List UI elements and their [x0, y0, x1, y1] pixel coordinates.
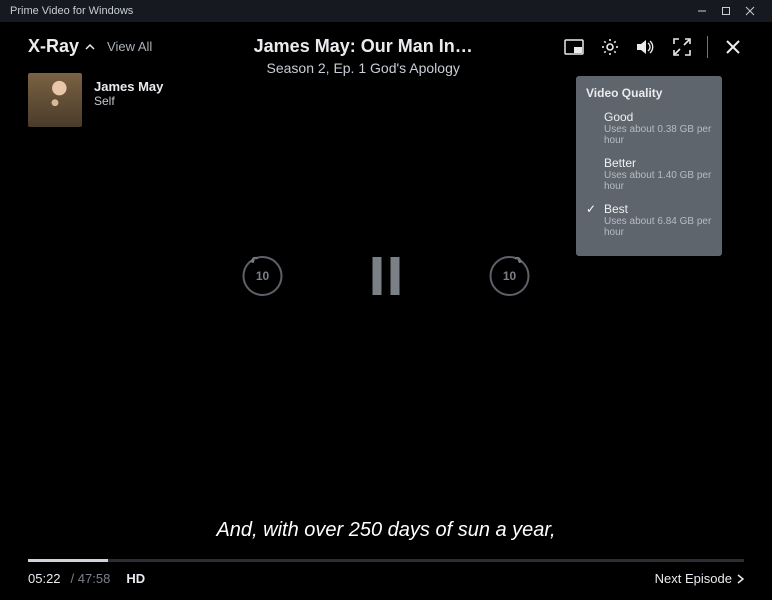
xray-panel: X-Ray View All James May Self [28, 36, 163, 127]
next-episode-label: Next Episode [655, 571, 732, 586]
xray-label: X-Ray [28, 36, 79, 57]
minimize-icon[interactable] [690, 0, 714, 22]
pause-bar-icon [373, 257, 382, 295]
rewind-label: 10 [256, 269, 269, 283]
app-title: Prime Video for Windows [10, 5, 690, 17]
chevron-right-icon [737, 574, 744, 584]
subtitle-text: And, with over 250 days of sun a year, [0, 519, 772, 542]
maximize-icon[interactable] [714, 0, 738, 22]
hd-badge: HD [126, 571, 145, 586]
cast-role: Self [94, 94, 163, 108]
chevron-up-icon [85, 42, 95, 52]
video-player: X-Ray View All James May Self James May:… [0, 22, 772, 600]
progress-fill [28, 559, 108, 562]
xray-toggle[interactable]: X-Ray [28, 36, 95, 57]
quality-option-better[interactable]: ✓ Better Uses about 1.40 GB per hour [586, 152, 712, 198]
next-episode-button[interactable]: Next Episode [655, 571, 744, 586]
xray-view-all[interactable]: View All [107, 39, 152, 54]
close-player-icon[interactable] [722, 36, 744, 58]
forward-10-button[interactable]: ↷ 10 [490, 256, 530, 296]
total-time: / 47:58 [71, 571, 111, 586]
quality-option-best[interactable]: ✓ Best Uses about 6.84 GB per hour [586, 198, 712, 244]
divider [707, 36, 708, 58]
progress-bar[interactable] [28, 559, 744, 562]
forward-label: 10 [503, 269, 516, 283]
quality-heading: Video Quality [586, 86, 712, 100]
forward-arrow-icon: ↷ [511, 255, 523, 269]
fullscreen-icon[interactable] [671, 36, 693, 58]
video-quality-panel: Video Quality ✓ Good Uses about 0.38 GB … [576, 76, 722, 256]
check-icon: ✓ [586, 202, 596, 216]
elapsed-time: 05:22 [28, 571, 61, 586]
show-title: James May: Our Man In… [254, 36, 473, 57]
pip-icon[interactable] [563, 36, 585, 58]
window-titlebar: Prime Video for Windows [0, 0, 772, 22]
cast-card[interactable]: James May Self [28, 73, 163, 127]
quality-option-good[interactable]: ✓ Good Uses about 0.38 GB per hour [586, 106, 712, 152]
playback-center-controls: ↶ 10 ↷ 10 [243, 256, 530, 296]
time-display: 05:22 / 47:58 HD [28, 571, 145, 586]
window-close-icon[interactable] [738, 0, 762, 22]
cast-thumbnail [28, 73, 82, 127]
player-bottom-bar: 05:22 / 47:58 HD Next Episode [28, 571, 744, 586]
player-top-controls [563, 36, 744, 58]
rewind-10-button[interactable]: ↶ 10 [243, 256, 283, 296]
volume-icon[interactable] [635, 36, 657, 58]
cast-name: James May [94, 79, 163, 94]
gear-icon[interactable] [599, 36, 621, 58]
pause-button[interactable] [373, 257, 400, 295]
pause-bar-icon [391, 257, 400, 295]
rewind-arrow-icon: ↶ [249, 255, 261, 269]
episode-subtitle: Season 2, Ep. 1 God's Apology [254, 60, 473, 76]
title-block: James May: Our Man In… Season 2, Ep. 1 G… [254, 36, 473, 76]
